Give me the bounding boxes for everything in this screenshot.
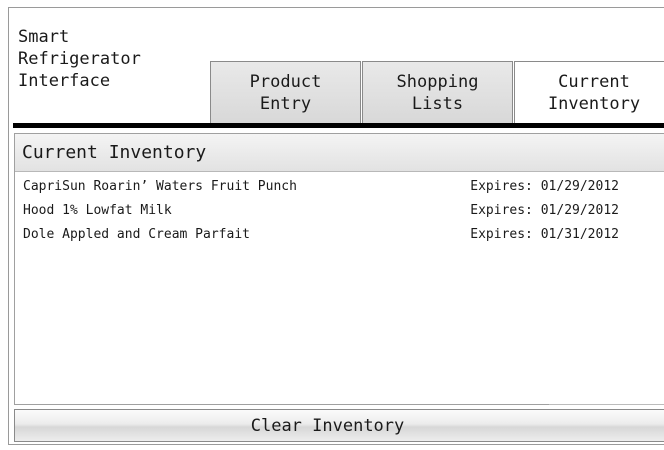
- tab-current-inventory[interactable]: Current Inventory: [514, 61, 664, 123]
- list-item[interactable]: CapriSun Roarin’ Waters Fruit Punch Expi…: [15, 175, 664, 199]
- app-title: Smart Refrigerator Interface: [18, 27, 141, 91]
- item-name: Hood 1% Lowfat Milk: [23, 203, 172, 218]
- tab-shopping-lists[interactable]: Shopping Lists: [362, 61, 513, 123]
- item-expiration: Expires: 01/29/2012: [470, 175, 619, 199]
- list-item[interactable]: Dole Appled and Cream Parfait Expires: 0…: [15, 223, 664, 247]
- expires-label: Expires:: [470, 227, 533, 242]
- list-item[interactable]: Hood 1% Lowfat Milk Expires: 01/29/2012: [15, 199, 664, 223]
- expires-date: 01/31/2012: [540, 227, 619, 242]
- expires-label: Expires:: [470, 179, 533, 194]
- item-name: CapriSun Roarin’ Waters Fruit Punch: [23, 179, 297, 194]
- panel-title: Current Inventory: [15, 134, 664, 172]
- clear-inventory-button[interactable]: Clear Inventory: [14, 409, 664, 442]
- tab-product-entry[interactable]: Product Entry: [210, 61, 361, 123]
- inventory-list: CapriSun Roarin’ Waters Fruit Punch Expi…: [15, 175, 664, 247]
- item-expiration: Expires: 01/29/2012: [470, 199, 619, 223]
- expires-label: Expires:: [470, 203, 533, 218]
- expires-date: 01/29/2012: [540, 179, 619, 194]
- tab-bar-divider: [13, 123, 664, 128]
- list-divider: [549, 404, 664, 405]
- expires-date: 01/29/2012: [540, 203, 619, 218]
- item-name: Dole Appled and Cream Parfait: [23, 227, 250, 242]
- item-expiration: Expires: 01/31/2012: [470, 223, 619, 247]
- inventory-panel: Current Inventory CapriSun Roarin’ Water…: [14, 133, 664, 405]
